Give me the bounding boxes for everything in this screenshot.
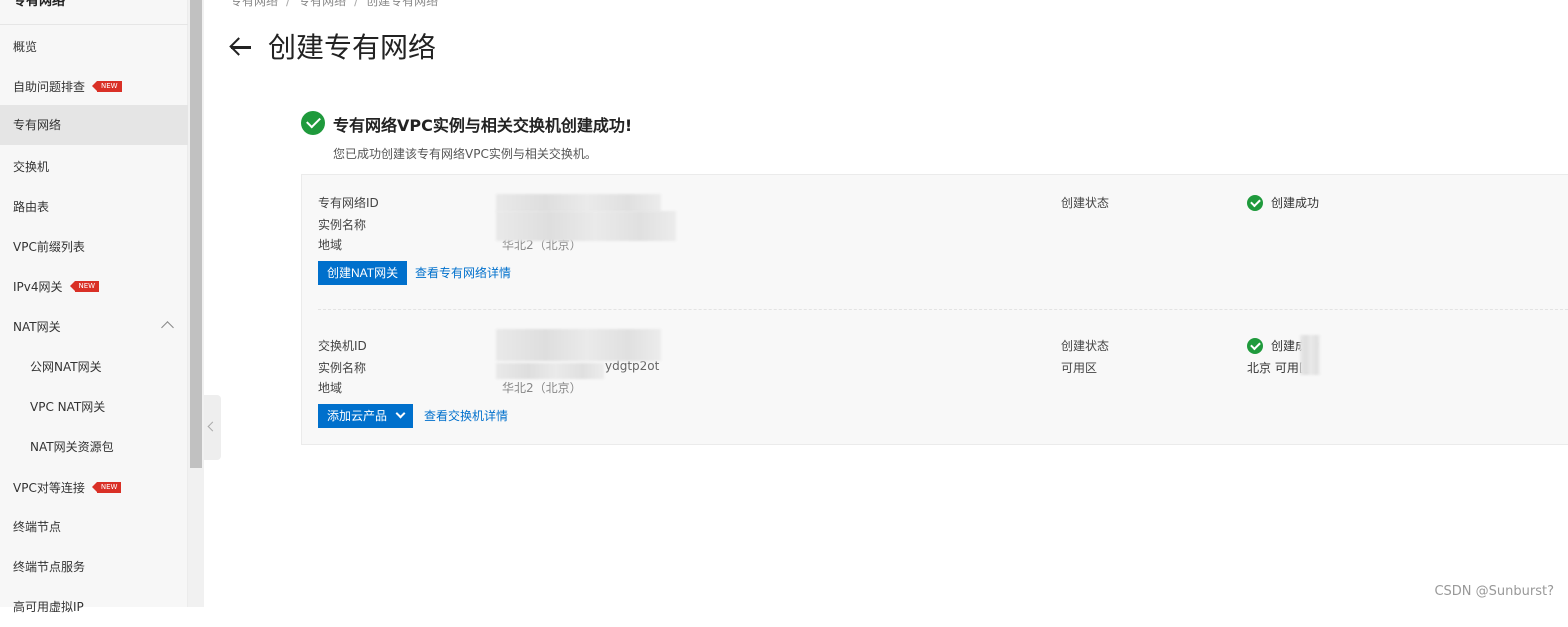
redacted-vpc-id [496, 194, 661, 212]
sidebar-item-public-nat[interactable]: 公网NAT网关 [0, 347, 188, 387]
sidebar-item-label: 终端节点服务 [13, 560, 86, 574]
sidebar-item-vswitch[interactable]: 交换机 [0, 147, 188, 187]
sidebar-item-label: VPC NAT网关 [30, 400, 106, 414]
sidebar-item-nat-package[interactable]: NAT网关资源包 [0, 427, 188, 467]
sidebar-item-label: 专有网络 [13, 118, 62, 132]
result-description: 您已成功创建该专有网络VPC实例与相关交换机。 [333, 147, 597, 161]
add-cloud-product-button[interactable]: 添加云产品 [318, 404, 414, 428]
sidebar-item-label: NAT网关资源包 [30, 440, 114, 454]
sidebar-scrollbar-thumb[interactable] [190, 0, 202, 468]
vswitch-region-value: 华北2（北京） [502, 381, 582, 395]
vpc-status-value: 创建成功 [1271, 196, 1320, 210]
sidebar-item-endpoint-service[interactable]: 终端节点服务 [0, 547, 188, 587]
redacted-zone [1300, 335, 1320, 375]
sidebar-item-vpc-nat[interactable]: VPC NAT网关 [0, 387, 188, 427]
sidebar-item-nat-gateway[interactable]: NAT网关 [0, 307, 188, 347]
success-check-icon [301, 111, 325, 135]
chevron-left-icon [207, 421, 218, 432]
chevron-down-icon [395, 408, 406, 419]
sidebar: 专有网络 概览 自助问题排查 NEW 专有网络 交换机 路由表 VPC前缀列表 I… [0, 0, 188, 614]
sidebar-item-label: 终端节点 [13, 520, 62, 534]
sidebar-item-label: 公网NAT网关 [30, 360, 102, 374]
vswitch-name-label: 实例名称 [318, 361, 367, 375]
redacted-vpc-name [496, 211, 676, 241]
create-nat-gateway-button[interactable]: 创建NAT网关 [318, 261, 408, 285]
back-arrow-icon[interactable] [228, 34, 254, 60]
watermark: CSDN @Sunburst? [1434, 584, 1554, 599]
result-title: 专有网络VPC实例与相关交换机创建成功! [333, 116, 633, 135]
sidebar-item-havip[interactable]: 高可用虚拟IP [0, 587, 188, 627]
breadcrumb-item[interactable]: 专有网络 [298, 0, 346, 8]
new-badge: NEW [91, 482, 122, 493]
breadcrumb: 专有网络 / 专有网络 / 创建专有网络 [230, 0, 438, 9]
sidebar-item-vpc-peering[interactable]: VPC对等连接 NEW [0, 468, 188, 508]
sidebar-item-label: IPv4网关 [13, 280, 63, 294]
sidebar-title: 专有网络 [13, 0, 66, 9]
sidebar-item-route-table[interactable]: 路由表 [0, 187, 188, 227]
vpc-id-label: 专有网络ID [318, 196, 379, 210]
sidebar-item-label: 概览 [13, 40, 38, 54]
vswitch-region-label: 地域 [318, 381, 343, 395]
sidebar-item-label: 高可用虚拟IP [13, 600, 84, 614]
redacted-vswitch-name [496, 363, 604, 379]
vswitch-zone-label: 可用区 [1061, 361, 1098, 375]
redacted-vswitch-id [496, 329, 661, 361]
vswitch-status-label: 创建状态 [1061, 339, 1110, 353]
view-vswitch-detail-link[interactable]: 查看交换机详情 [424, 407, 508, 424]
sidebar-item-label: 自助问题排查 [13, 80, 86, 94]
view-vpc-detail-link[interactable]: 查看专有网络详情 [415, 264, 511, 281]
sidebar-item-self-troubleshoot[interactable]: 自助问题排查 NEW [0, 67, 188, 107]
breadcrumb-current: 创建专有网络 [366, 0, 439, 8]
vswitch-id-label: 交换机ID [318, 339, 367, 353]
success-check-icon [1247, 195, 1263, 211]
vpc-status-label: 创建状态 [1061, 196, 1110, 210]
sidebar-item-label: NAT网关 [13, 320, 61, 334]
sidebar-item-label: 交换机 [13, 160, 50, 174]
vswitch-name-partial: ydgtp2ot [605, 359, 660, 373]
sidebar-item-overview[interactable]: 概览 [0, 27, 188, 67]
page-title: 创建专有网络 [268, 31, 437, 64]
sidebar-collapse-handle[interactable] [204, 395, 221, 460]
chevron-up-icon[interactable] [161, 321, 174, 334]
sidebar-item-label: 路由表 [13, 200, 50, 214]
sidebar-item-label: VPC前缀列表 [13, 240, 85, 254]
sidebar-item-prefix-list[interactable]: VPC前缀列表 [0, 227, 188, 267]
sidebar-item-ipv4-gateway[interactable]: IPv4网关 NEW [0, 267, 188, 307]
result-panel: 专有网络ID 实例名称 地域 华北2（北京） 创建状态 创建成功 创建NAT网关… [301, 174, 1568, 445]
panel-divider [318, 309, 1568, 310]
sidebar-item-endpoint[interactable]: 终端节点 [0, 507, 188, 547]
vpc-name-label: 实例名称 [318, 218, 367, 232]
success-check-icon [1247, 338, 1263, 354]
new-badge: NEW [92, 81, 122, 92]
sidebar-divider [0, 24, 188, 25]
sidebar-item-label: VPC对等连接 [13, 481, 85, 495]
new-badge: NEW [69, 281, 100, 292]
add-cloud-product-label: 添加云产品 [327, 409, 388, 423]
breadcrumb-item[interactable]: 专有网络 [230, 0, 278, 8]
vpc-region-label: 地域 [318, 238, 343, 252]
sidebar-item-vpc[interactable]: 专有网络 [0, 105, 188, 145]
